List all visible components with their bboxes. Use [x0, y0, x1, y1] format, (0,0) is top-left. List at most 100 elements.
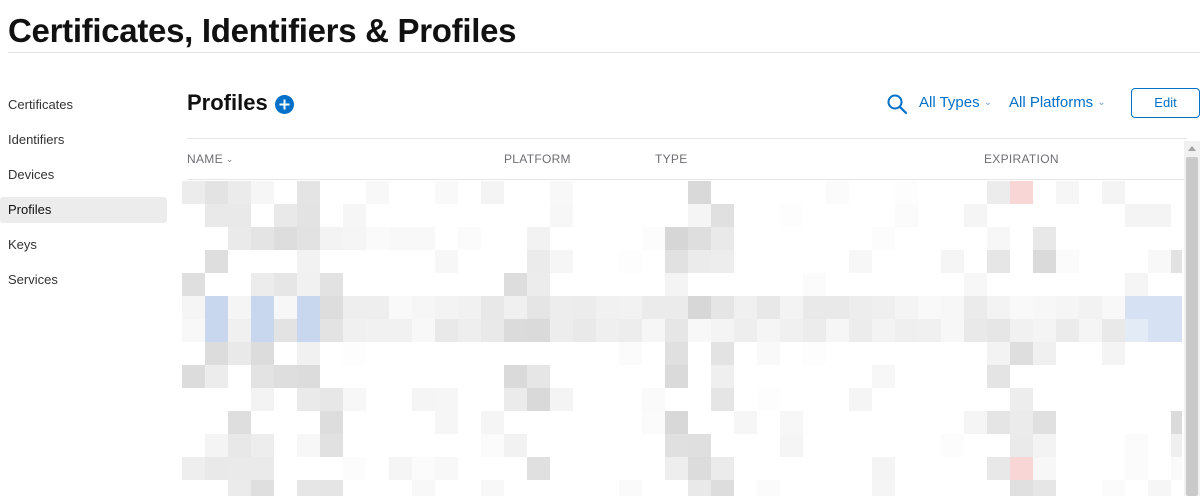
obscured-cell: [734, 411, 757, 434]
obscured-cell: [780, 434, 803, 457]
column-header-name-label: NAME: [187, 152, 223, 166]
obscured-cell: [251, 181, 274, 204]
column-header-platform: PLATFORM: [504, 152, 571, 166]
obscured-cell: [688, 319, 711, 342]
obscured-cell: [1148, 319, 1171, 342]
obscured-cell: [711, 296, 734, 319]
obscured-cell: [412, 457, 435, 480]
sidebar-item-certificates[interactable]: Certificates: [0, 92, 167, 118]
obscured-cell: [389, 296, 412, 319]
obscured-cell: [1102, 480, 1125, 496]
obscured-cell: [297, 181, 320, 204]
filter-platforms-dropdown[interactable]: All Platforms ⌄: [1009, 94, 1106, 111]
obscured-cell: [205, 204, 228, 227]
obscured-cell: [642, 319, 665, 342]
obscured-cell: [1010, 457, 1033, 480]
obscured-cell: [343, 204, 366, 227]
obscured-cell: [412, 319, 435, 342]
table-top-divider: [187, 138, 1187, 139]
obscured-cell: [1079, 319, 1102, 342]
sidebar-item-services[interactable]: Services: [0, 267, 167, 293]
obscured-cell: [711, 319, 734, 342]
obscured-cell: [182, 273, 205, 296]
scrollbar[interactable]: [1184, 141, 1200, 496]
sidebar-item-devices[interactable]: Devices: [0, 162, 167, 188]
plus-circle-icon[interactable]: [275, 95, 294, 114]
obscured-cell: [1148, 204, 1171, 227]
obscured-cell: [527, 319, 550, 342]
obscured-cell: [274, 365, 297, 388]
obscured-cell: [527, 388, 550, 411]
obscured-cell: [803, 273, 826, 296]
obscured-cell: [297, 319, 320, 342]
obscured-cell: [228, 342, 251, 365]
obscured-cell: [849, 296, 872, 319]
obscured-cell: [228, 319, 251, 342]
obscured-cell: [435, 457, 458, 480]
obscured-cell: [343, 319, 366, 342]
obscured-cell: [688, 296, 711, 319]
obscured-cell: [596, 296, 619, 319]
obscured-cell: [251, 227, 274, 250]
obscured-cell: [366, 227, 389, 250]
scroll-up-arrow-icon[interactable]: [1184, 143, 1200, 155]
obscured-cell: [803, 296, 826, 319]
obscured-cell: [481, 181, 504, 204]
obscured-cell: [481, 296, 504, 319]
obscured-cell: [642, 388, 665, 411]
obscured-cell: [964, 319, 987, 342]
sidebar: Certificates Identifiers Devices Profile…: [0, 92, 167, 302]
obscured-cell: [826, 319, 849, 342]
obscured-cell: [504, 434, 527, 457]
obscured-cell: [688, 204, 711, 227]
obscured-cell: [1033, 342, 1056, 365]
obscured-cell: [504, 296, 527, 319]
scrollbar-thumb[interactable]: [1186, 157, 1198, 496]
filter-platforms-label: All Platforms: [1009, 94, 1094, 111]
obscured-cell: [665, 250, 688, 273]
obscured-cell: [412, 480, 435, 496]
obscured-cell: [1033, 319, 1056, 342]
obscured-cell: [297, 342, 320, 365]
obscured-cell: [1010, 342, 1033, 365]
sidebar-item-identifiers[interactable]: Identifiers: [0, 127, 167, 153]
obscured-cell: [803, 342, 826, 365]
sidebar-item-keys[interactable]: Keys: [0, 232, 167, 258]
obscured-cell: [458, 227, 481, 250]
obscured-cell: [780, 411, 803, 434]
obscured-cell: [642, 411, 665, 434]
search-icon[interactable]: [886, 93, 908, 115]
obscured-cell: [665, 365, 688, 388]
sidebar-item-profiles[interactable]: Profiles: [0, 197, 167, 223]
obscured-cell: [1102, 319, 1125, 342]
obscured-cell: [182, 319, 205, 342]
obscured-cell: [1102, 181, 1125, 204]
table-header-divider: [187, 179, 1187, 180]
obscured-cell: [182, 365, 205, 388]
obscured-cell: [987, 250, 1010, 273]
obscured-cell: [619, 480, 642, 496]
obscured-cell: [1171, 250, 1182, 273]
obscured-cell: [1148, 250, 1171, 273]
obscured-cell: [619, 296, 642, 319]
obscured-cell: [550, 181, 573, 204]
obscured-cell: [665, 296, 688, 319]
column-header-name[interactable]: NAME ⌄: [187, 152, 234, 166]
obscured-cell: [297, 273, 320, 296]
filter-types-dropdown[interactable]: All Types ⌄: [919, 94, 992, 111]
obscured-cell: [343, 388, 366, 411]
edit-button[interactable]: Edit: [1131, 88, 1200, 118]
obscured-cell: [481, 319, 504, 342]
obscured-cell: [251, 434, 274, 457]
obscured-cell: [688, 480, 711, 496]
obscured-cell: [297, 434, 320, 457]
obscured-cell: [1056, 250, 1079, 273]
obscured-cell: [1033, 296, 1056, 319]
obscured-cell: [1033, 227, 1056, 250]
obscured-cell: [205, 296, 228, 319]
obscured-cell: [987, 181, 1010, 204]
obscured-cell: [435, 411, 458, 434]
obscured-cell: [343, 457, 366, 480]
obscured-cell: [711, 388, 734, 411]
obscured-cell: [688, 250, 711, 273]
